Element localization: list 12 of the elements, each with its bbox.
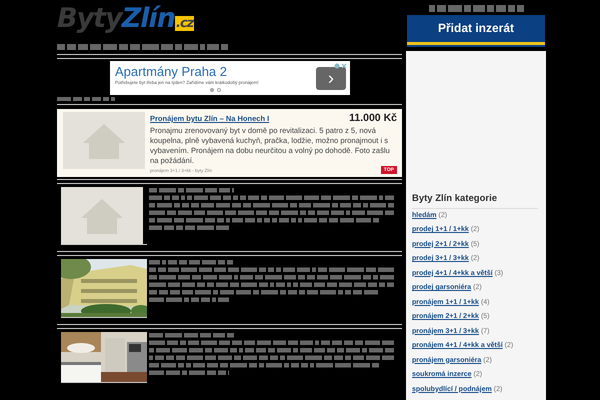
sidebar-title: Byty Zlín kategorie (412, 192, 538, 208)
slide-dot[interactable] (210, 88, 214, 92)
listing-price: 11.000 Kč (349, 112, 397, 124)
ad-info-icon (334, 63, 348, 69)
ad-title[interactable]: Apartmány Praha 2 (115, 64, 316, 78)
scrambled-text-drawing (57, 96, 117, 103)
add-listing-button[interactable]: Přidat inzerát (407, 15, 545, 44)
slide-dot[interactable] (217, 88, 221, 92)
site-logo[interactable]: BytyZlín.cz (57, 2, 194, 41)
next-button[interactable]: › (316, 66, 346, 90)
image-placeholder-icon (61, 187, 143, 244)
image-placeholder-icon (63, 112, 145, 169)
